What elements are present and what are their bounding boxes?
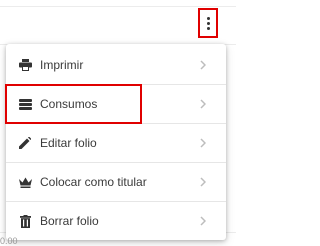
chevron-right-icon bbox=[198, 175, 208, 189]
menu-item-label: Borrar folio bbox=[40, 214, 99, 228]
menu-item-colocar-como-titular[interactable]: Colocar como titular bbox=[6, 163, 226, 202]
chevron-right-icon bbox=[198, 97, 208, 111]
menu-item-borrar-folio[interactable]: Borrar folio bbox=[6, 202, 226, 241]
chevron-right-icon bbox=[198, 136, 208, 150]
more-options-highlight bbox=[198, 8, 218, 38]
dot bbox=[206, 16, 210, 20]
chevron-right-icon bbox=[198, 58, 208, 72]
menu-item-imprimir[interactable]: Imprimir bbox=[6, 46, 226, 85]
printer-icon bbox=[18, 58, 32, 72]
menu-item-label: Imprimir bbox=[40, 58, 84, 72]
menu-item-consumos[interactable]: Consumos bbox=[6, 85, 226, 124]
row-divider bbox=[0, 6, 236, 7]
more-options-button[interactable] bbox=[201, 11, 215, 35]
menu-item-label: Editar folio bbox=[40, 136, 97, 150]
menu-item-label: Consumos bbox=[40, 97, 98, 111]
dot bbox=[206, 21, 210, 25]
dot bbox=[206, 26, 210, 30]
actions-menu: Imprimir Consumos Editar folio Colocar c… bbox=[6, 44, 226, 240]
menu-item-editar-folio[interactable]: Editar folio bbox=[6, 124, 226, 163]
stack-icon bbox=[18, 97, 32, 111]
pencil-icon bbox=[18, 136, 32, 150]
partial-value-text: 0.00 bbox=[0, 236, 18, 246]
trash-icon bbox=[18, 214, 32, 228]
menu-item-label: Colocar como titular bbox=[40, 175, 147, 189]
crown-icon bbox=[18, 175, 32, 189]
chevron-right-icon bbox=[198, 214, 208, 228]
